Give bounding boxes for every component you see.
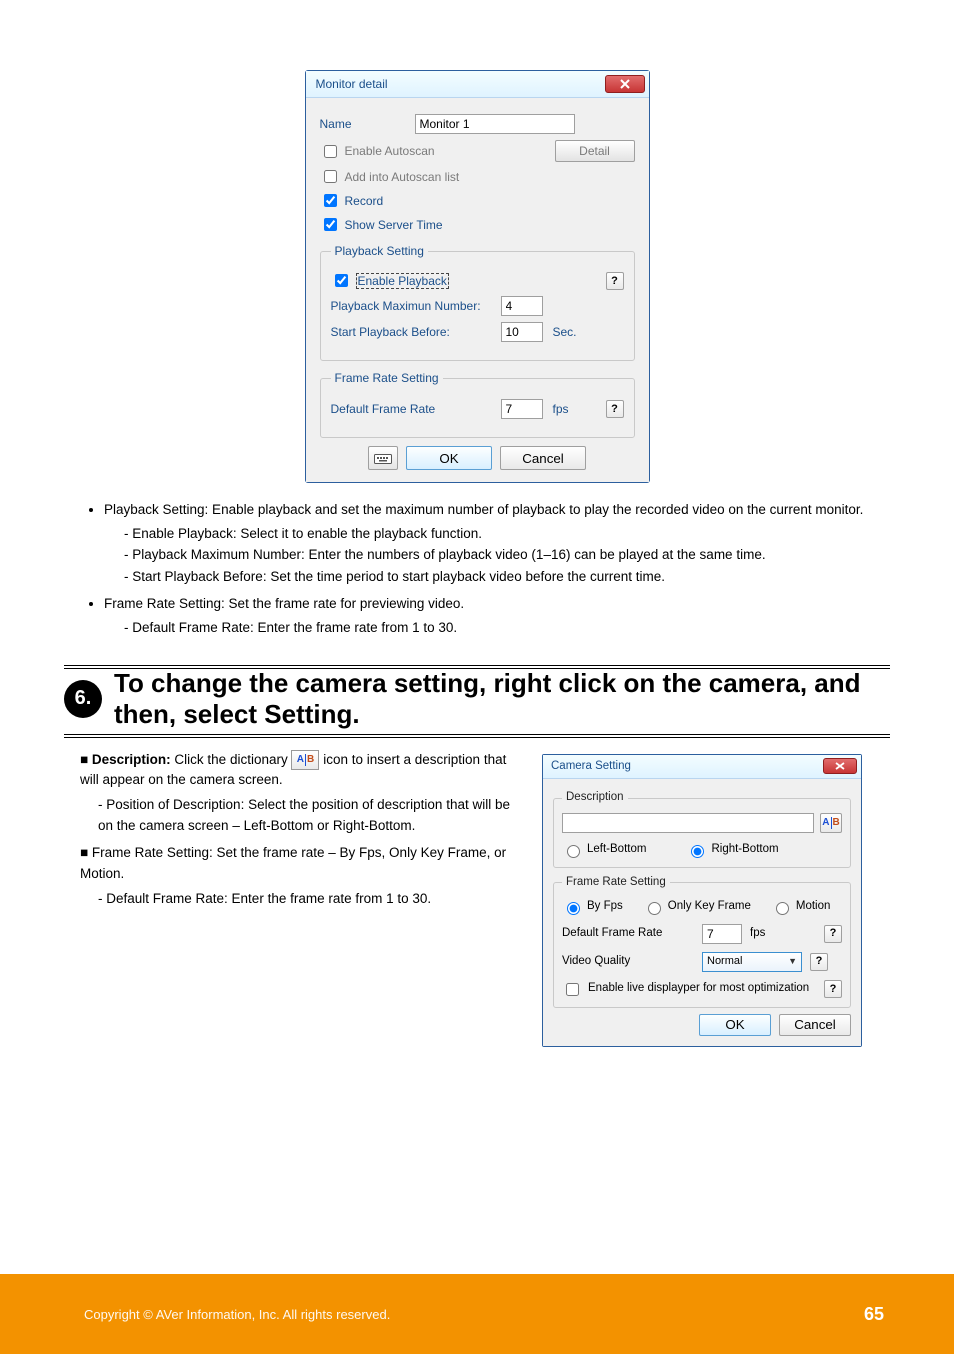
dictionary-icon: AB [822,815,839,831]
text: – [328,845,336,860]
right-bottom-label: Right-Bottom [711,841,778,859]
cancel-button[interactable]: Cancel [779,1014,851,1036]
list-item: Frame Rate Setting: Set the frame rate f… [104,593,890,638]
text: – [543,547,551,562]
motion-label: Motion [796,898,831,916]
close-icon [835,762,845,770]
add-autoscan-checkbox[interactable] [324,170,337,183]
video-quality-label: Video Quality [562,953,702,971]
description-group: Description AB Left-Bottom [553,789,851,868]
add-autoscan-label: Add into Autoscan list [345,170,460,184]
ok-button[interactable]: OK [699,1014,771,1036]
enable-autoscan-label: Enable Autoscan [345,144,435,158]
enable-playback-checkbox[interactable] [335,274,348,287]
default-frame-rate-label: Default Frame Rate [562,925,702,943]
body-text: Playback Setting: Enable playback and se… [64,499,890,639]
frame-rate-legend: Frame Rate Setting [331,371,443,385]
start-before-label: Start Playback Before: [331,325,501,339]
default-frame-rate-input[interactable] [501,399,543,419]
motion-radio[interactable] [776,902,789,915]
frame-rate-group: Frame Rate Setting Default Frame Rate fp… [320,371,635,438]
only-key-radio[interactable] [648,902,661,915]
left-bottom-radio[interactable] [567,845,580,858]
copyright-text: Copyright © AVer Information, Inc. All r… [84,1307,390,1322]
text: Default Frame Rate: Enter the frame rate… [106,891,431,906]
left-bottom-radio-wrap: Left-Bottom [562,841,646,859]
text: Position of Description: [106,797,248,812]
default-frame-rate-input[interactable] [702,924,742,944]
video-quality-select[interactable]: Normal ▼ [702,952,802,972]
keyboard-icon [374,452,392,464]
page-number: 65 [864,1304,884,1325]
help-button[interactable]: ? [824,925,842,943]
text: Frame Rate Setting: Set the frame rate [92,845,328,860]
record-label: Record [345,194,384,208]
help-button[interactable]: ? [606,400,624,418]
playback-max-input[interactable] [501,296,543,316]
close-icon [619,79,631,89]
detail-button[interactable]: Detail [555,140,635,162]
section-title: To change the camera setting, right clic… [114,668,890,730]
monitor-detail-dialog: Monitor detail Name Enable Autoscan Deta… [305,70,650,483]
enable-playback-label: Enable Playback [356,273,449,289]
start-before-input[interactable] [501,322,543,342]
default-frame-rate-label: Default Frame Rate [331,402,501,416]
titlebar: Monitor detail [306,71,649,97]
show-server-time-label: Show Server Time [345,218,443,232]
left-bottom-label: Left-Bottom [587,841,646,859]
playback-max-label: Playback Maximun Number: [331,299,501,313]
section-number: 6. [64,680,102,718]
name-label: Name [320,117,415,131]
keyboard-button[interactable] [368,446,398,470]
text: Enable Playback: Select it to enable the… [132,526,482,541]
page-footer: Copyright © AVer Information, Inc. All r… [0,1274,954,1354]
text: Left-Bottom or Right-Bottom. [240,818,416,833]
name-input[interactable] [415,114,575,134]
text: Start Playback Before: Set the time peri… [132,569,665,584]
enable-live-checkbox[interactable] [566,983,579,996]
playback-setting-group: Playback Setting Enable Playback ? Playb… [320,244,635,361]
fps-label: fps [750,925,765,943]
video-quality-value: Normal [707,953,742,970]
frame-rate-legend: Frame Rate Setting [562,874,670,892]
left-text-column: ■ Description: Click the dictionary AB i… [64,750,524,910]
dialog-title: Camera Setting [551,758,631,776]
help-button[interactable]: ? [824,980,842,998]
cancel-button[interactable]: Cancel [500,446,586,470]
dictionary-button[interactable]: AB [820,813,842,833]
text: Frame Rate Setting: Set the frame rate f… [104,596,464,611]
right-bottom-radio[interactable] [691,845,704,858]
record-checkbox[interactable] [324,194,337,207]
description-input[interactable] [562,813,814,833]
camera-setting-dialog: Camera Setting Description AB [542,754,862,1047]
only-key-label: Only Key Frame [668,898,751,916]
right-bottom-radio-wrap: Right-Bottom [686,841,778,859]
chevron-down-icon: ▼ [788,955,797,969]
text: Default Frame Rate: Enter the frame rate… [132,620,457,635]
close-button[interactable] [823,758,857,774]
text: Playback Maximum Number: Enter the numbe… [132,547,543,562]
fps-label: fps [553,402,569,416]
enable-autoscan-checkbox[interactable] [324,145,337,158]
text: – [232,818,240,833]
help-button[interactable]: ? [606,272,624,290]
list-item: Playback Setting: Enable playback and se… [104,499,890,587]
dictionary-icon: AB [291,750,319,770]
frame-rate-group: Frame Rate Setting By Fps Only Key Frame… [553,874,851,1008]
by-fps-label: By Fps [587,898,623,916]
playback-setting-legend: Playback Setting [331,244,428,258]
text: 16) can be played at the same time. [551,547,766,562]
description-legend: Description [562,789,628,807]
enable-live-label: Enable live displayper for most optimiza… [588,980,809,998]
by-fps-radio[interactable] [567,902,580,915]
text: Playback Setting: Enable playback and se… [104,502,863,517]
help-button[interactable]: ? [810,953,828,971]
dialog-title: Monitor detail [316,77,388,91]
close-button[interactable] [605,75,645,93]
ok-button[interactable]: OK [406,446,492,470]
show-server-time-checkbox[interactable] [324,218,337,231]
sec-label: Sec. [553,325,577,339]
